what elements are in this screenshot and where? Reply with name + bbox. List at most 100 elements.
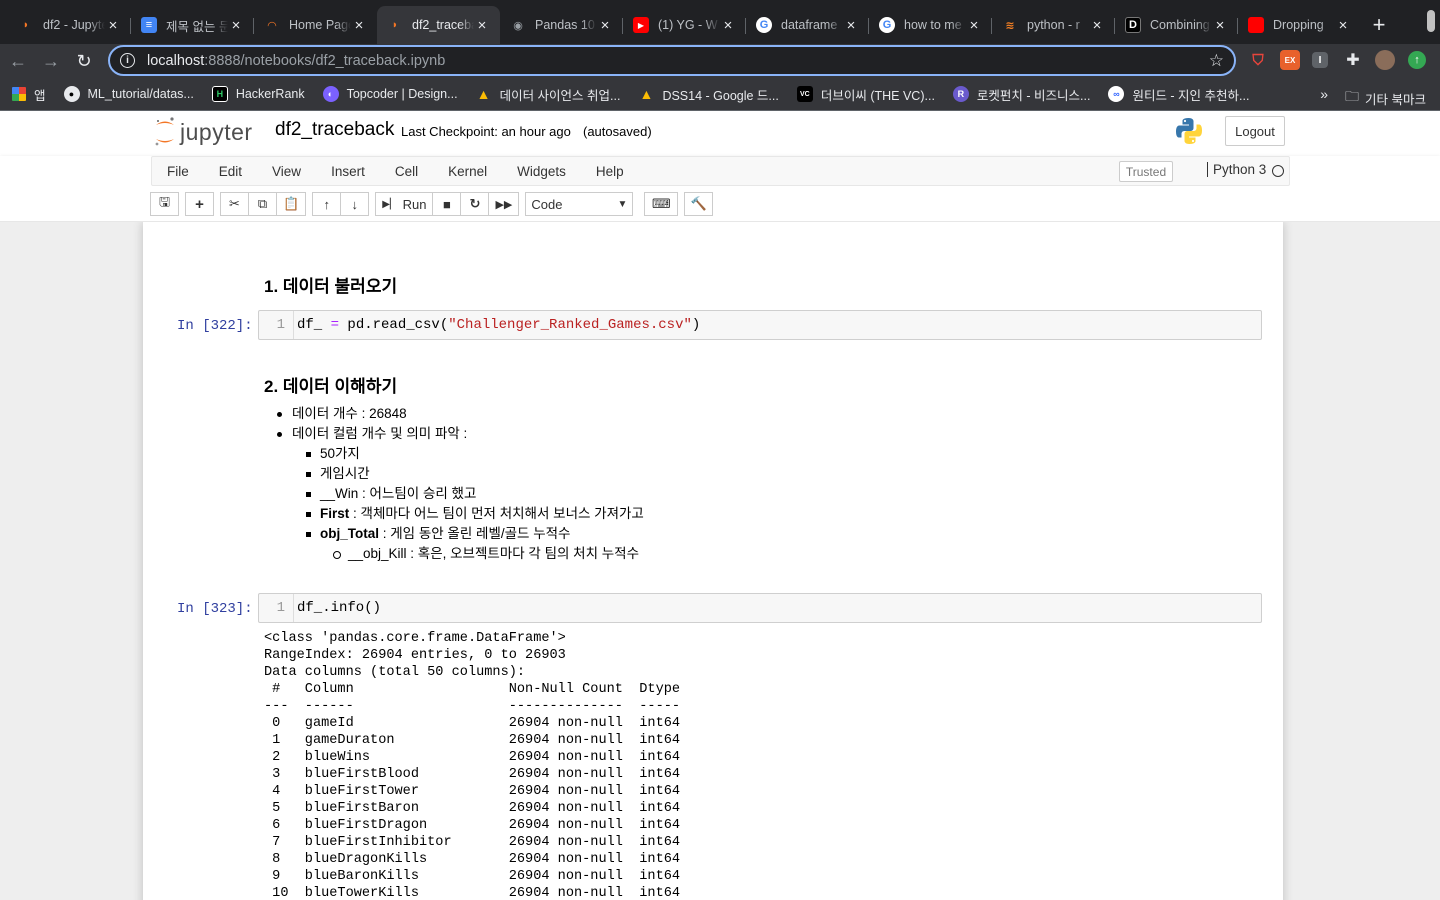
close-tab-icon[interactable]: ×	[351, 17, 367, 34]
menu-help[interactable]: Help	[581, 164, 639, 179]
keyboard-icon[interactable]: ⌨	[644, 192, 679, 216]
docs-icon: ≡	[141, 17, 157, 33]
notebook-name[interactable]: df2_traceback	[275, 119, 394, 141]
google-icon: G	[879, 17, 895, 33]
output-line: 3 blueFirstBlood 26904 non-null int64	[264, 767, 681, 782]
folder-icon: 🗀	[1345, 88, 1360, 104]
jupyter-logo[interactable]: jupyter	[154, 116, 253, 148]
bookmark-item[interactable]: VC 더브이씨 (THE VC)...	[796, 85, 935, 104]
step-forward-icon: ▶▏	[382, 198, 398, 210]
menu-file[interactable]: File	[152, 164, 204, 179]
paste-icon[interactable]: 📋	[276, 192, 307, 216]
close-tab-icon[interactable]: ×	[843, 17, 859, 34]
bookmark-item[interactable]: ● ML_tutorial/datas...	[63, 86, 194, 102]
shield-extension-icon[interactable]: ⛉	[1248, 50, 1268, 70]
bookmark-item[interactable]: ◐ Topcoder | Design...	[322, 86, 458, 102]
logout-button[interactable]: Logout	[1225, 116, 1285, 146]
forward-icon[interactable]: →	[36, 46, 66, 76]
trusted-indicator[interactable]: Trusted	[1119, 161, 1173, 182]
output-line: 0 gameId 26904 non-null int64	[264, 716, 681, 731]
bookmark-item[interactable]: R 로켓펀치 - 비즈니스...	[952, 85, 1090, 104]
browser-tab[interactable]: ≡ 제목 없는 문서 ×	[131, 6, 254, 44]
extensions-puzzle-icon[interactable]: ✚	[1343, 50, 1363, 70]
bookmark-apps[interactable]: 앱	[12, 85, 46, 104]
reload-icon[interactable]: ↻	[69, 46, 99, 76]
fast-forward-icon[interactable]: ▶▶	[488, 192, 520, 216]
extension-ex-icon[interactable]: EX	[1280, 50, 1300, 70]
menu-row: File Edit View Insert Cell Kernel Widget…	[151, 156, 1290, 186]
code-text[interactable]: df_ = pd.read_csv("Challenger_Ranked_Gam…	[297, 311, 700, 339]
output-line: <class 'pandas.core.frame.DataFrame'>	[264, 631, 566, 646]
notebook-toolbar: 🖫 + ✂ ⧉ 📋 ↑ ↓ ▶▏ Run ■ ↻ ▶▶ Code ▼ ⌨ 🔨	[150, 192, 719, 216]
close-tab-icon[interactable]: ×	[1212, 17, 1228, 34]
close-tab-icon[interactable]: ×	[105, 17, 121, 34]
menu-kernel[interactable]: Kernel	[433, 164, 502, 179]
browser-tab[interactable]: D Combining ×	[1115, 6, 1238, 44]
wanted-icon: ∞	[1108, 86, 1125, 102]
bookmark-item[interactable]: H HackerRank	[211, 86, 305, 102]
code-text[interactable]: df_.info()	[297, 594, 381, 622]
menu-insert[interactable]: Insert	[316, 164, 380, 179]
browser-tab[interactable]: G how to me ×	[869, 6, 992, 44]
close-tab-icon[interactable]: ×	[228, 17, 244, 34]
move-down-icon[interactable]: ↓	[340, 192, 370, 216]
menu-widgets[interactable]: Widgets	[502, 164, 581, 179]
output-line: 7 blueFirstInhibitor 26904 non-null int6…	[264, 835, 681, 850]
site-icon: D	[1125, 17, 1141, 33]
close-tab-icon[interactable]: ×	[720, 17, 736, 34]
browser-tab[interactable]: Dropping ×	[1238, 6, 1361, 44]
bookmark-item[interactable]: ∞ 원티드 - 지인 추천하...	[1108, 85, 1249, 104]
move-up-icon[interactable]: ↑	[312, 192, 342, 216]
other-bookmarks-folder[interactable]: 🗀 기타 북마크	[1345, 86, 1426, 110]
menu-edit[interactable]: Edit	[204, 164, 257, 179]
jupyter-icon: ◗	[391, 19, 399, 31]
code-cell[interactable]: 1 df_.info()	[258, 593, 1262, 623]
markdown-heading: 1. 데이터 불러오기	[264, 277, 398, 296]
browser-tab[interactable]: G dataframe ×	[746, 6, 869, 44]
command-palette-icon[interactable]: 🔨	[684, 192, 714, 216]
insert-cell-icon[interactable]: +	[185, 192, 214, 216]
close-tab-icon[interactable]: ×	[474, 17, 490, 34]
list-item: 게임시간	[264, 464, 644, 484]
bookmark-item[interactable]: ▲ 데이터 사이언스 취업...	[476, 85, 621, 104]
bookmark-star-icon[interactable]: ☆	[1209, 51, 1224, 71]
close-tab-icon[interactable]: ×	[1089, 17, 1105, 34]
url-text[interactable]: localhost:8888/notebooks/df2_traceback.i…	[147, 53, 445, 69]
bookmark-item[interactable]: ▲ DSS14 - Google 드...	[638, 85, 779, 104]
bookmarks-overflow-icon[interactable]: »	[1320, 86, 1328, 102]
line-number: 1	[259, 594, 294, 622]
browser-tab[interactable]: ≋ python - r ×	[992, 6, 1115, 44]
close-tab-icon[interactable]: ×	[1335, 17, 1351, 34]
youtube-icon: ▶	[633, 17, 649, 33]
save-icon[interactable]: 🖫	[150, 192, 179, 216]
close-tab-icon[interactable]: ×	[966, 17, 982, 34]
browser-tab-active[interactable]: ◗ df2_traceback ×	[377, 6, 500, 44]
new-tab-button[interactable]: +	[1361, 6, 1397, 44]
kernel-name: Python 3	[1207, 162, 1266, 177]
copy-icon[interactable]: ⧉	[248, 192, 277, 216]
red-square-icon	[1248, 17, 1264, 33]
browser-tab[interactable]: ▶ (1) YG - W ×	[623, 6, 746, 44]
update-icon[interactable]: ↑	[1408, 51, 1426, 69]
notebook-page: 1. 데이터 불러오기 In [322]: 1 df_ = pd.read_cs…	[143, 222, 1283, 900]
stop-icon[interactable]: ■	[432, 192, 462, 216]
page-scrollbar[interactable]	[1427, 10, 1435, 32]
address-bar[interactable]: i localhost:8888/notebooks/df2_traceback…	[108, 45, 1236, 76]
output-line: RangeIndex: 26904 entries, 0 to 26903	[264, 648, 566, 663]
site-info-icon[interactable]: i	[120, 53, 135, 68]
cut-icon[interactable]: ✂	[220, 192, 249, 216]
menu-cell[interactable]: Cell	[380, 164, 433, 179]
close-tab-icon[interactable]: ×	[597, 17, 613, 34]
browser-tab[interactable]: ◉ Pandas 10 ×	[500, 6, 623, 44]
code-cell[interactable]: 1 df_ = pd.read_csv("Challenger_Ranked_G…	[258, 310, 1262, 340]
extension-i-icon[interactable]: I	[1312, 52, 1328, 68]
back-icon[interactable]: ←	[3, 46, 33, 76]
run-button[interactable]: ▶▏ Run	[375, 192, 434, 216]
cell-type-select[interactable]: Code ▼	[525, 192, 634, 216]
restart-icon[interactable]: ↻	[460, 192, 490, 216]
profile-avatar[interactable]	[1375, 50, 1395, 70]
menu-view[interactable]: View	[257, 164, 316, 179]
output-line: 4 blueFirstTower 26904 non-null int64	[264, 784, 681, 799]
browser-tab[interactable]: ◗ df2 - Jupyter Notebook ×	[8, 6, 131, 44]
browser-tab[interactable]: ◠ Home Page ×	[254, 6, 377, 44]
